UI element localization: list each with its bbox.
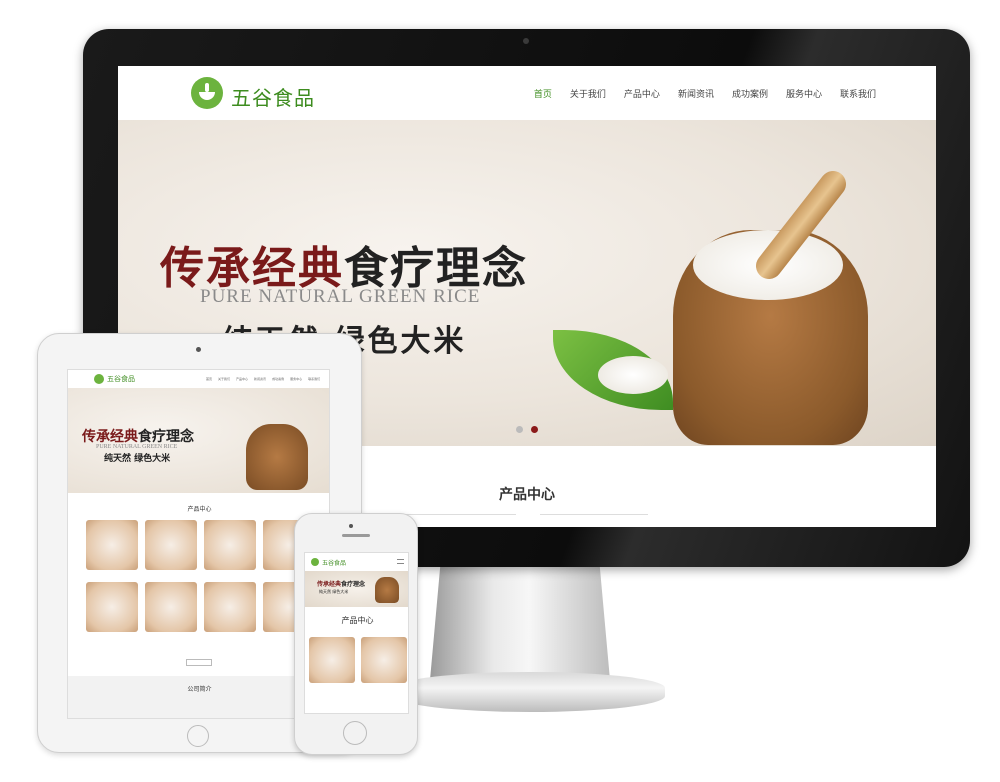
tablet-nav: 首页 关于我们 产品中心 新闻资讯 成功案例 服务中心 联系我们 (206, 377, 320, 381)
product-thumb[interactable] (204, 520, 256, 570)
product-card[interactable] (309, 637, 355, 683)
phone-banner-title-red: 传承经典 (317, 581, 342, 588)
phone-site-screen: 五谷食品 传承经典食疗理念 纯天然 绿色大米 产品中心 (304, 552, 409, 714)
tablet-about-section (68, 676, 329, 718)
nav-item-contact[interactable]: 联系我们 (840, 87, 876, 100)
main-nav: 首页 关于我们 产品中心 新闻资讯 成功案例 服务中心 联系我们 (534, 87, 876, 100)
nav-item-about[interactable]: 关于我们 (570, 87, 606, 100)
product-card[interactable] (86, 520, 138, 570)
product-card[interactable] (204, 582, 256, 632)
iphone-home-button (343, 721, 367, 745)
nav-item-products[interactable]: 产品中心 (624, 87, 660, 100)
tablet-hero-banner[interactable]: 传承经典食疗理念 PURE NATURAL GREEN RICE 纯天然 绿色大… (68, 388, 329, 493)
phone-logo-text[interactable]: 五谷食品 (322, 558, 346, 567)
carousel-dot-1[interactable] (516, 426, 523, 433)
rice-pile-image (598, 356, 668, 394)
device-mockup-stage: 五谷食品 首页 关于我们 产品中心 新闻资讯 成功案例 服务中心 联系我们 传承… (0, 0, 1000, 782)
product-card[interactable] (145, 520, 197, 570)
product-thumb[interactable] (361, 637, 407, 683)
site-header: 五谷食品 首页 关于我们 产品中心 新闻资讯 成功案例 服务中心 联系我们 (118, 66, 936, 120)
logo-bowl-icon[interactable] (191, 77, 223, 109)
tablet-nav-item[interactable]: 服务中心 (290, 377, 302, 381)
product-card[interactable] (361, 637, 407, 683)
banner-subtitle-en: PURE NATURAL GREEN RICE (200, 286, 481, 307)
nav-item-service[interactable]: 服务中心 (786, 87, 822, 100)
iphone-camera (349, 524, 353, 528)
tablet-nav-item[interactable]: 首页 (206, 377, 212, 381)
phone-products-title: 产品中心 (341, 616, 374, 625)
tablet-products-title: 产品中心 (187, 506, 212, 513)
tablet-banner-title-dark: 食疗理念 (138, 429, 194, 445)
nav-item-home[interactable]: 首页 (534, 87, 552, 100)
nav-item-cases[interactable]: 成功案例 (732, 87, 768, 100)
phone-hero-banner[interactable]: 传承经典食疗理念 纯天然 绿色大米 (305, 571, 408, 607)
carousel-dot-2-active[interactable] (531, 426, 538, 433)
phone-banner-title-dark: 食疗理念 (341, 581, 366, 588)
tablet-about-title: 公司简介 (187, 686, 212, 693)
product-thumb[interactable] (86, 582, 138, 632)
product-thumb[interactable] (145, 520, 197, 570)
product-card[interactable] (204, 520, 256, 570)
tablet-header: 五谷食品 首页 关于我们 产品中心 新闻资讯 成功案例 服务中心 联系我们 (68, 370, 329, 388)
tablet-rice-sack-image (246, 424, 308, 490)
section-divider-left (396, 514, 516, 515)
tablet-product-grid (86, 520, 326, 632)
tablet-nav-item[interactable]: 关于我们 (218, 377, 230, 381)
product-card[interactable] (145, 582, 197, 632)
carousel-dots (516, 426, 538, 433)
tablet-banner-title: 传承经典食疗理念 (82, 426, 194, 446)
section-divider-right (540, 514, 648, 515)
product-card[interactable] (86, 582, 138, 632)
imac-stand (430, 560, 610, 680)
tablet-site-screen: 五谷食品 首页 关于我们 产品中心 新闻资讯 成功案例 服务中心 联系我们 传承… (67, 369, 330, 719)
product-thumb[interactable] (86, 520, 138, 570)
phone-logo-icon[interactable] (311, 558, 319, 566)
ipad-home-button (187, 725, 209, 747)
phone-banner-subtitle-cn: 纯天然 绿色大米 (319, 589, 349, 594)
tablet-banner-subtitle-en: PURE NATURAL GREEN RICE (96, 444, 178, 450)
nav-item-news[interactable]: 新闻资讯 (678, 87, 714, 100)
phone-banner-title: 传承经典食疗理念 (317, 579, 365, 588)
imac-camera (523, 38, 529, 44)
tablet-banner-subtitle-cn: 纯天然 绿色大米 (104, 454, 171, 464)
tablet-nav-item[interactable]: 新闻资讯 (254, 377, 266, 381)
tablet-logo-text[interactable]: 五谷食品 (107, 374, 135, 384)
tablet-nav-item[interactable]: 产品中心 (236, 377, 248, 381)
hamburger-menu-icon[interactable] (397, 559, 404, 564)
phone-rice-sack-image (375, 577, 399, 603)
imac-stand-base (395, 672, 665, 712)
product-thumb[interactable] (145, 582, 197, 632)
tablet-nav-item[interactable]: 成功案例 (272, 377, 284, 381)
site-logo-text[interactable]: 五谷食品 (231, 82, 315, 111)
tablet-banner-title-red: 传承经典 (82, 429, 138, 445)
ipad-camera (196, 347, 201, 352)
phone-product-grid (309, 637, 407, 683)
tablet-nav-item[interactable]: 联系我们 (308, 377, 320, 381)
product-thumb[interactable] (204, 582, 256, 632)
iphone-speaker (342, 534, 370, 537)
tablet-logo-icon[interactable] (94, 374, 104, 384)
product-thumb[interactable] (309, 637, 355, 683)
tablet-more-button[interactable] (186, 659, 212, 666)
